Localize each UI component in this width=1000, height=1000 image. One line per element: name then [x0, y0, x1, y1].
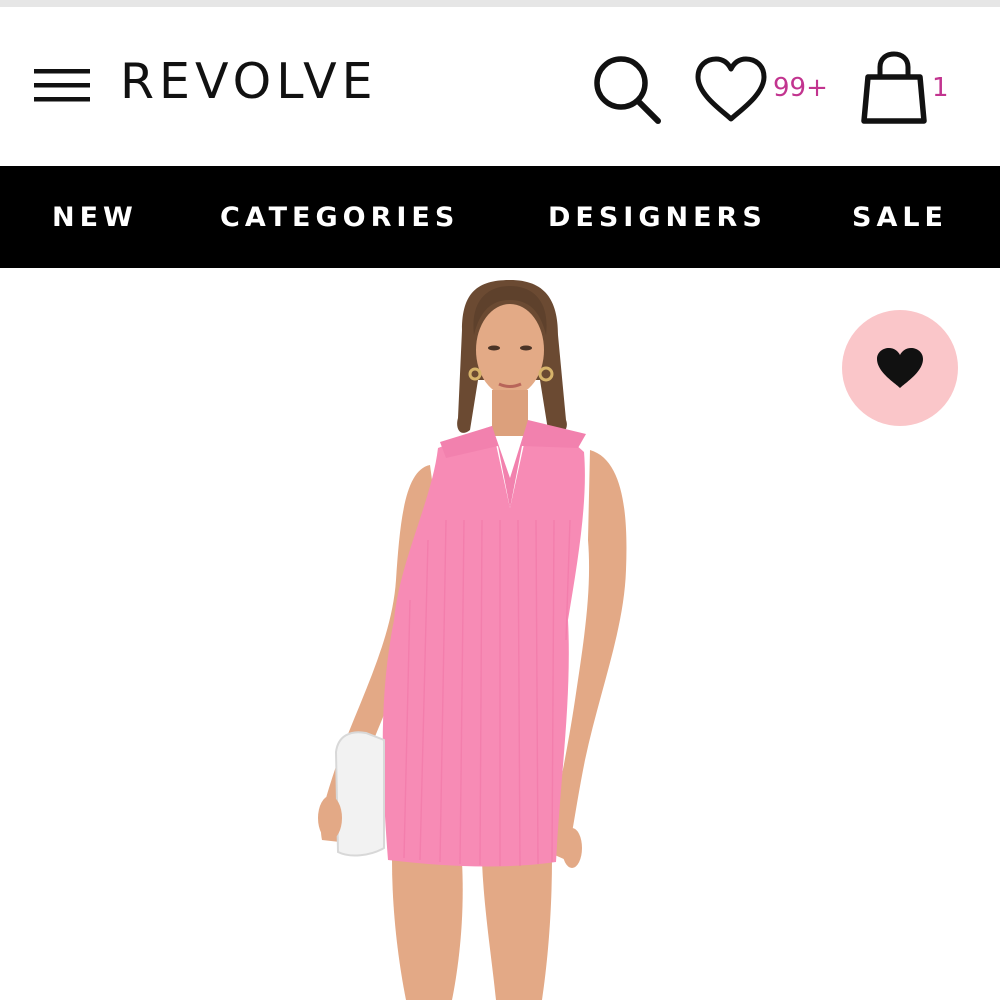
nav-item-new[interactable]: NEW: [52, 202, 138, 234]
shopping-bag-icon: [861, 51, 927, 124]
search-button[interactable]: [590, 53, 664, 127]
favorite-button[interactable]: [842, 310, 958, 426]
nav-item-sale[interactable]: SALE: [852, 202, 948, 234]
site-logo[interactable]: REVOLVE: [120, 52, 378, 112]
nav-item-categories[interactable]: CATEGORIES: [220, 202, 459, 234]
heart-icon: [695, 56, 767, 122]
menu-button[interactable]: [34, 69, 90, 105]
top-divider: [0, 0, 1000, 7]
bag-count-badge: 1: [932, 73, 949, 103]
wishlist-count-badge: 99+: [773, 73, 828, 103]
main-nav: NEW CATEGORIES DESIGNERS SALE: [0, 166, 1000, 268]
nav-item-designers[interactable]: DESIGNERS: [548, 202, 767, 234]
heart-filled-icon: [877, 348, 923, 388]
site-header: REVOLVE 99+ 1: [0, 7, 1000, 166]
wishlist-button[interactable]: [694, 55, 768, 125]
product-page: REVOLVE 99+ 1 NEW CATEGORIES DESIGNERS S…: [0, 0, 1000, 1000]
menu-icon: [34, 69, 90, 102]
shopping-bag-button[interactable]: [858, 51, 930, 125]
search-icon: [594, 56, 661, 124]
